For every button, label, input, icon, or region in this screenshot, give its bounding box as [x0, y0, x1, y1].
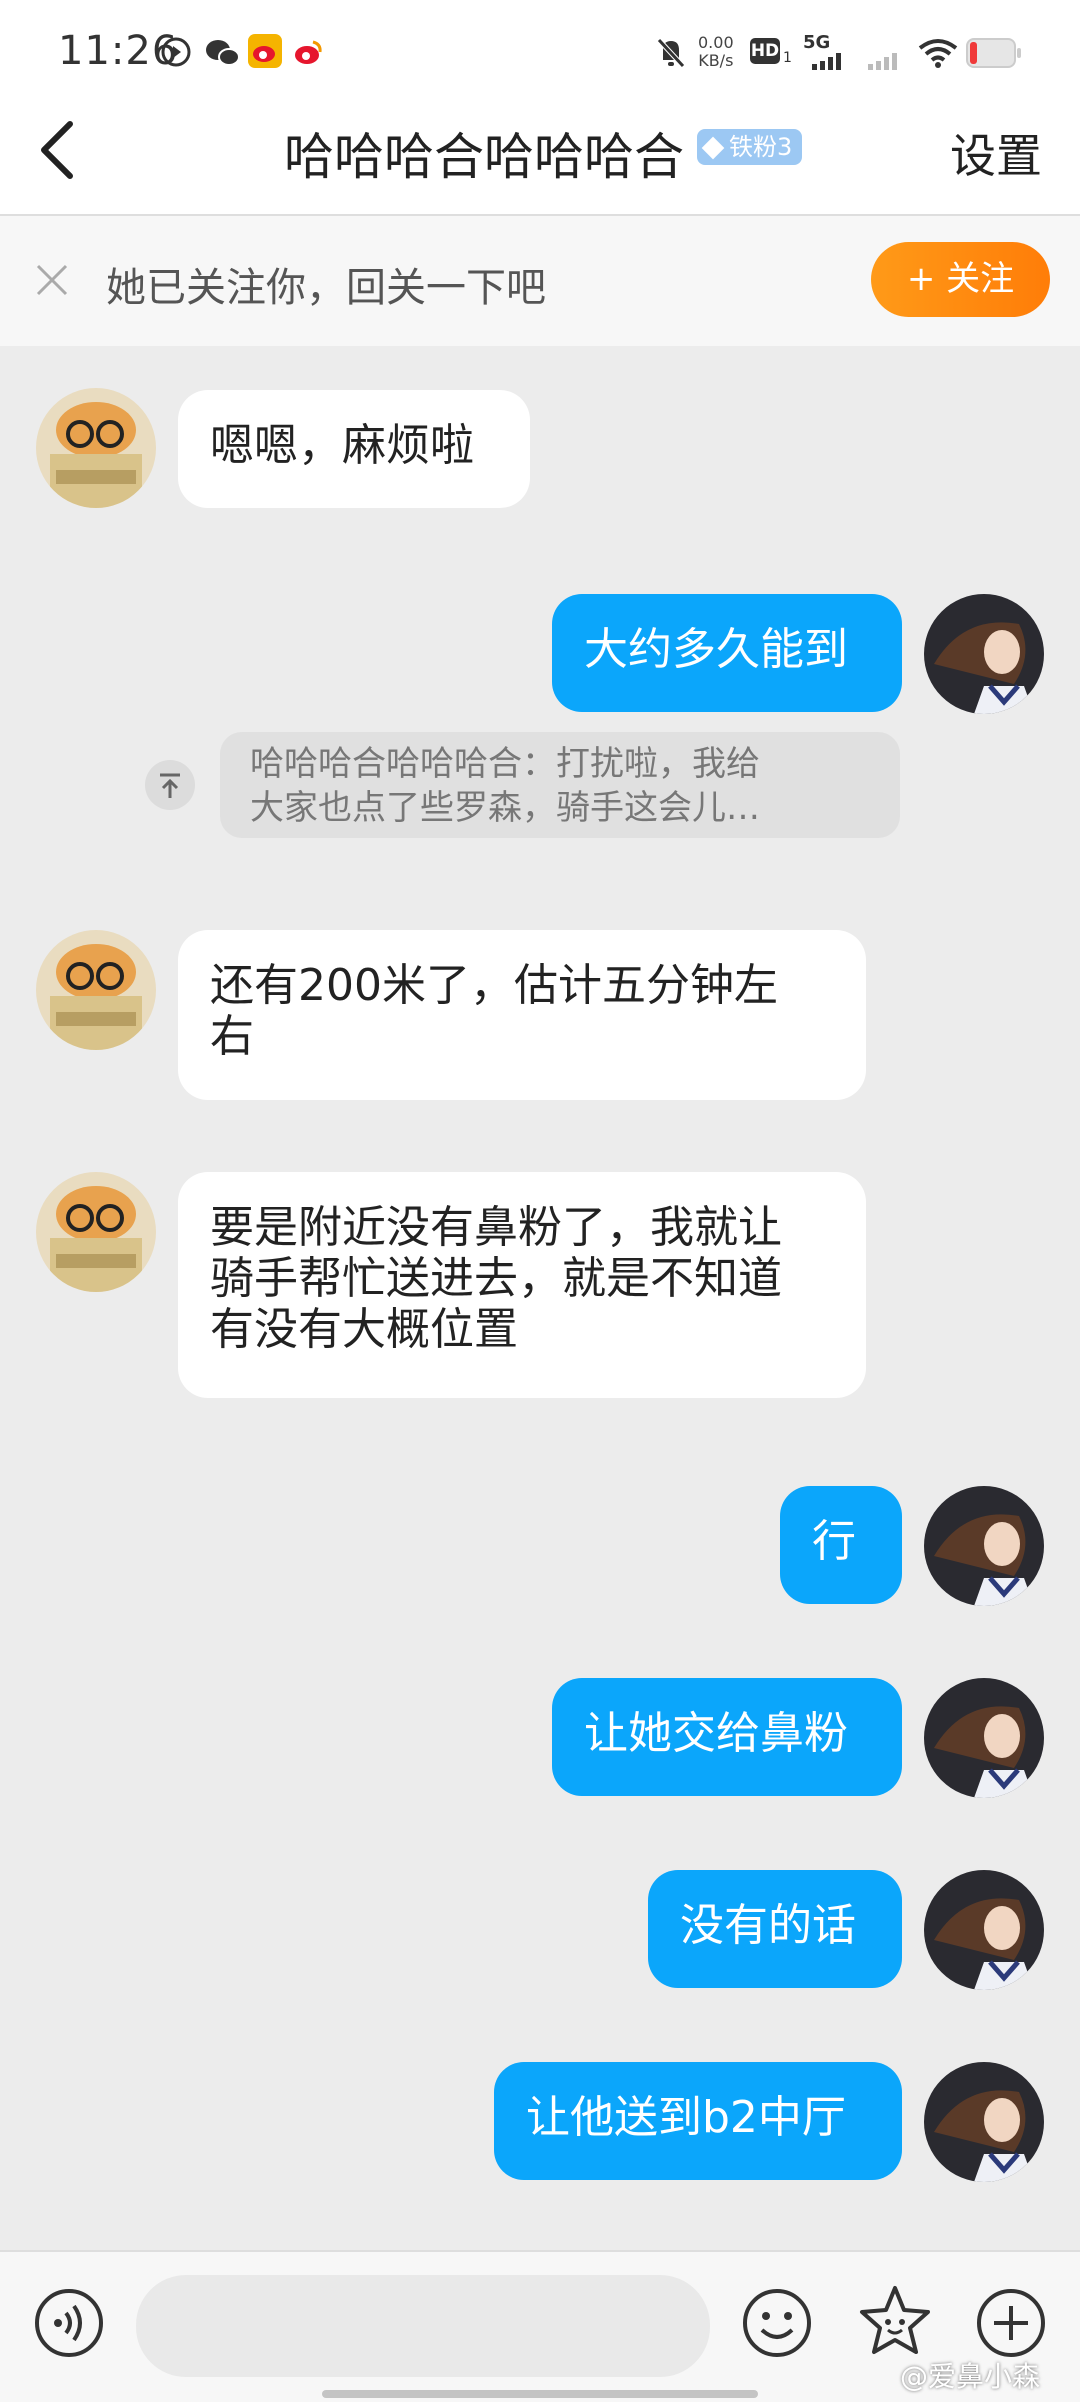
message-line: 有没有大概位置 — [210, 1304, 518, 1355]
girl-avatar-image — [924, 1870, 1044, 1990]
my-avatar[interactable] — [924, 1678, 1044, 1798]
weibo-notify-icon — [295, 40, 322, 64]
mute-bell-icon — [657, 38, 685, 68]
hd-icon: HD — [750, 38, 780, 64]
close-icon[interactable] — [34, 262, 70, 298]
girl-avatar-image — [924, 594, 1044, 714]
net-speed: 0.00 KB/s — [698, 34, 734, 70]
contact-avatar[interactable] — [36, 1172, 156, 1292]
home-indicator — [322, 2390, 758, 2398]
contact-avatar[interactable] — [36, 388, 156, 508]
message-input[interactable] — [136, 2275, 710, 2377]
hd-sim-number: 1 — [783, 50, 792, 66]
watermark: @爱鼻小森 — [900, 2360, 1041, 2393]
settings-button[interactable]: 设置 — [950, 120, 1042, 186]
girl-avatar-image — [924, 2062, 1044, 2182]
quote-line: 哈哈哈合哈哈哈合：打扰啦，我给 — [250, 744, 760, 784]
follow-prompt: 她已关注你，回关一下吧 — [106, 265, 546, 311]
message-line: 还有200米了，估计五分钟左 — [210, 960, 778, 1011]
battery-icon — [966, 38, 1021, 68]
wifi-icon — [918, 39, 958, 68]
quote-jump-icon[interactable] — [145, 760, 195, 810]
play-icon — [161, 37, 191, 67]
signal-2-icon — [868, 53, 897, 70]
contact-avatar[interactable] — [36, 930, 156, 1050]
cat-avatar-image — [36, 1172, 156, 1292]
emoji-icon[interactable] — [742, 2288, 812, 2358]
chat-title[interactable]: 哈哈哈合哈哈哈合 — [284, 117, 684, 189]
message-line: 骑手帮忙送进去，就是不知道 — [210, 1253, 782, 1304]
sticker-icon[interactable] — [858, 2284, 932, 2358]
follow-button[interactable]: + 关注 — [871, 242, 1050, 317]
back-arrow-icon[interactable] — [36, 118, 80, 182]
net-speed-value: 0.00 — [698, 33, 734, 52]
my-avatar[interactable] — [924, 1870, 1044, 1990]
diamond-icon — [701, 136, 725, 160]
my-avatar[interactable] — [924, 2062, 1044, 2182]
quoted-message[interactable]: 哈哈哈合哈哈哈合：打扰啦，我给 大家也点了些罗森，骑手这会儿… — [220, 732, 900, 838]
net-speed-unit: KB/s — [698, 51, 734, 70]
message-bubble[interactable]: 要是附近没有鼻粉了，我就让 骑手帮忙送进去，就是不知道 有没有大概位置 — [178, 1172, 866, 1398]
cat-avatar-image — [36, 930, 156, 1050]
weibo-app-icon — [248, 34, 282, 68]
my-avatar[interactable] — [924, 1486, 1044, 1606]
message-bubble[interactable]: 大约多久能到 — [552, 594, 902, 712]
my-avatar[interactable] — [924, 594, 1044, 714]
message-bubble[interactable]: 让她交给鼻粉 — [552, 1678, 902, 1796]
message-bubble[interactable]: 让他送到b2中厅 — [494, 2062, 902, 2180]
network-type: 5G — [803, 32, 831, 53]
fan-level-badge: 铁粉3 — [697, 129, 803, 165]
message-line: 要是附近没有鼻粉了，我就让 — [210, 1202, 782, 1253]
message-bubble[interactable]: 还有200米了，估计五分钟左右 — [178, 930, 866, 1100]
plus-icon[interactable] — [976, 2288, 1046, 2358]
wechat-icon — [206, 40, 240, 66]
girl-avatar-image — [924, 1678, 1044, 1798]
message-bubble[interactable]: 没有的话 — [648, 1870, 902, 1988]
girl-avatar-image — [924, 1486, 1044, 1606]
message-bubble[interactable]: 嗯嗯，麻烦啦 — [178, 390, 530, 508]
message-line: 右 — [210, 1011, 254, 1062]
voice-icon[interactable] — [34, 2288, 104, 2358]
cat-avatar-image — [36, 388, 156, 508]
quote-line: 大家也点了些罗森，骑手这会儿… — [250, 788, 760, 828]
signal-icon — [812, 53, 841, 70]
badge-label: 铁粉3 — [729, 133, 793, 161]
message-bubble[interactable]: 行 — [780, 1486, 902, 1604]
